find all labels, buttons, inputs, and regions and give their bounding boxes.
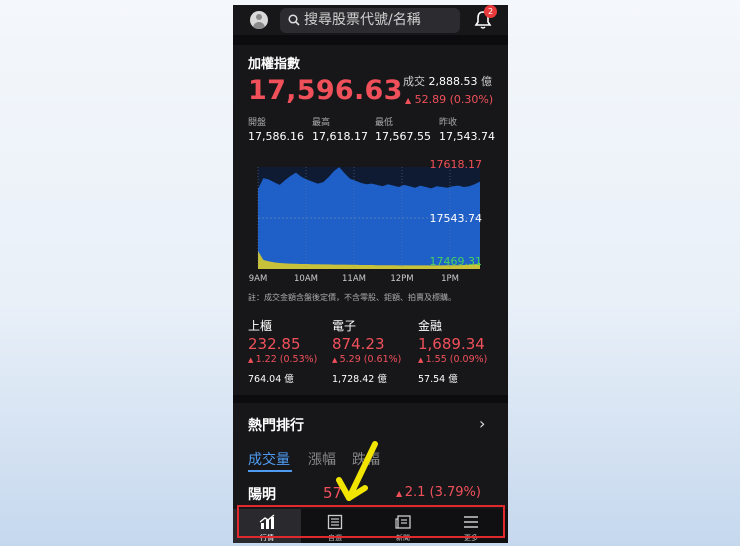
- chevron-right-icon[interactable]: ›: [479, 414, 485, 433]
- sector-change-value: 1.22 (0.53%): [255, 354, 318, 365]
- highlight-box: [237, 505, 505, 538]
- sector-name: 金融: [418, 319, 443, 333]
- y-axis-label: 17469.31: [430, 255, 483, 268]
- up-triangle-icon: ▲: [248, 356, 256, 364]
- volume-label: 成交: [403, 75, 425, 88]
- sector-change: ▲ 1.55 (0.09%): [418, 354, 487, 365]
- active-tab-indicator: [248, 470, 292, 472]
- sector-volume: 57.54 億: [418, 374, 458, 385]
- up-triangle-icon: ▲: [405, 96, 412, 105]
- index-change-value: 52.89 (0.30%): [414, 93, 494, 106]
- index-change: ▲ 52.89 (0.30%): [405, 93, 493, 106]
- sector-change: ▲ 5.29 (0.61%): [332, 354, 401, 365]
- volume-value: 2,888.53: [428, 75, 478, 88]
- up-triangle-icon: ▲: [396, 489, 405, 498]
- tab-volume[interactable]: 成交量: [248, 449, 290, 469]
- arrow-annotation: [336, 441, 378, 501]
- avatar[interactable]: [250, 11, 268, 29]
- index-title: 加權指數: [248, 57, 301, 72]
- top-bar: 2: [233, 5, 508, 35]
- stat-value: 17,543.74: [439, 130, 495, 143]
- search-icon: [288, 14, 300, 26]
- stat-label: 開盤: [248, 118, 267, 128]
- sector-value[interactable]: 1,689.34: [418, 335, 485, 353]
- index-volume: 成交 2,888.53 億: [403, 73, 492, 89]
- stat-label: 最高: [312, 118, 331, 128]
- y-axis-label: 17618.17: [430, 158, 483, 171]
- sector-volume: 1,728.42 億: [332, 374, 387, 385]
- intraday-chart[interactable]: 17618.17 17543.74 17469.31 9AM 10AM 11AM 12PM 1…: [248, 153, 498, 288]
- x-axis-label: 11AM: [342, 274, 366, 284]
- sector-change-value: 5.29 (0.61%): [339, 354, 402, 365]
- index-value: 17,596.63: [248, 75, 403, 106]
- stat-label: 最低: [375, 118, 394, 128]
- search-box[interactable]: [280, 8, 460, 33]
- hot-ranking-title[interactable]: 熱門排行: [248, 415, 304, 435]
- stat-label: 昨收: [439, 118, 458, 128]
- volume-unit: 億: [480, 75, 492, 88]
- stock-change: ▲ 2.1 (3.79%): [396, 485, 481, 500]
- sector-volume: 764.04 億: [248, 374, 294, 385]
- search-input[interactable]: [304, 10, 454, 30]
- up-triangle-icon: ▲: [418, 356, 426, 364]
- stat-value: 17,567.55: [375, 130, 431, 143]
- x-axis-label: 12PM: [390, 274, 413, 284]
- notification-badge: 2: [484, 5, 497, 18]
- y-axis-label: 17543.74: [430, 212, 483, 225]
- sector-value[interactable]: 874.23: [332, 335, 385, 353]
- tab-gainers[interactable]: 漲幅: [308, 449, 336, 469]
- sector-value[interactable]: 232.85: [248, 335, 301, 353]
- stock-change-value: 2.1 (3.79%): [404, 485, 481, 500]
- x-axis-label: 9AM: [249, 274, 268, 284]
- up-triangle-icon: ▲: [332, 356, 340, 364]
- sector-change: ▲ 1.22 (0.53%): [248, 354, 317, 365]
- x-axis-label: 10AM: [294, 274, 318, 284]
- sector-name: 上櫃: [248, 319, 273, 333]
- x-axis-label: 1PM: [441, 274, 459, 284]
- stock-name[interactable]: 陽明: [248, 484, 276, 504]
- stat-value: 17,586.16: [248, 130, 304, 143]
- sector-name: 電子: [332, 319, 357, 333]
- sector-change-value: 1.55 (0.09%): [425, 354, 488, 365]
- stat-value: 17,618.17: [312, 130, 368, 143]
- volume-note: 註：成交金額含盤後定價，不含零股、鉅額、拍賣及標購。: [248, 293, 456, 302]
